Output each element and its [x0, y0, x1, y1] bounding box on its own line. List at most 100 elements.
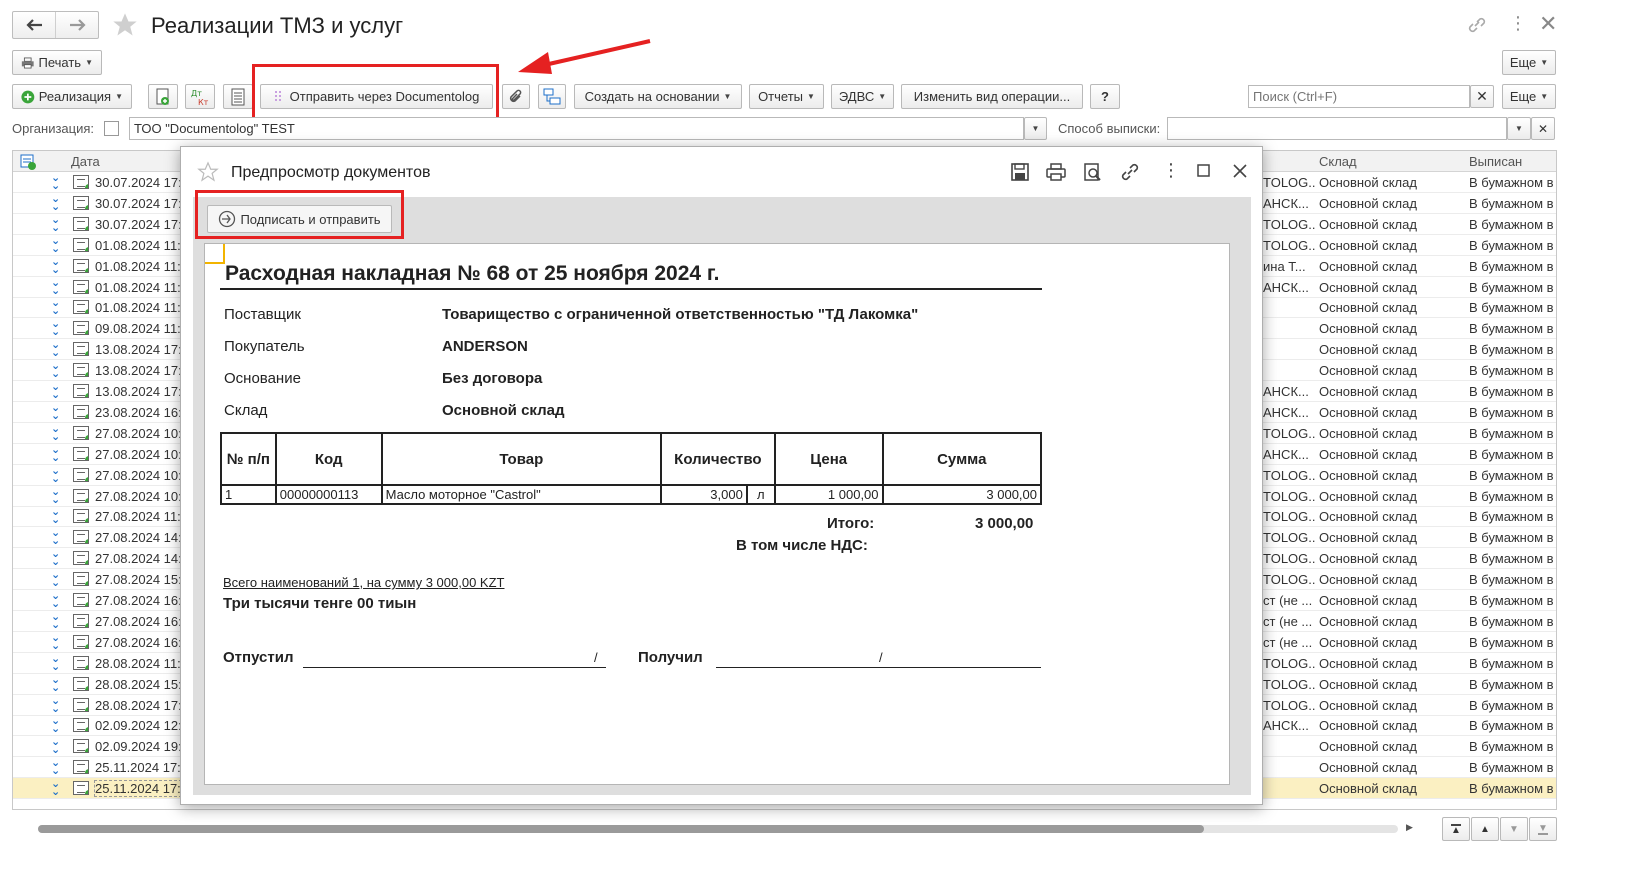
expand-chevron-icon[interactable]: ⌄ ⌄ — [51, 529, 60, 545]
expand-chevron-icon[interactable]: ⌄ ⌄ — [51, 508, 60, 524]
scrollbar-thumb[interactable] — [38, 825, 1204, 833]
help-button[interactable]: ? — [1090, 84, 1120, 109]
forward-button[interactable] — [56, 12, 99, 38]
scroll-right-icon[interactable]: ▶ — [1406, 822, 1413, 833]
expand-chevron-icon[interactable]: ⌄ ⌄ — [51, 571, 60, 587]
link-icon[interactable] — [1467, 16, 1487, 34]
document-heading: Расходная накладная № 68 от 25 ноября 20… — [225, 262, 720, 285]
expand-chevron-icon[interactable]: ⌄ ⌄ — [51, 341, 60, 357]
expand-chevron-icon[interactable]: ⌄ ⌄ — [51, 299, 60, 315]
expand-chevron-icon[interactable]: ⌄ ⌄ — [51, 697, 60, 713]
method-field[interactable] — [1167, 117, 1507, 140]
dialog-title: Предпросмотр документов — [231, 164, 431, 181]
more-icon[interactable]: ⋮ — [1162, 161, 1180, 179]
method-clear-button[interactable]: ✕ — [1531, 117, 1555, 140]
search-clear-button[interactable]: ✕ — [1470, 85, 1494, 108]
expand-chevron-icon[interactable]: ⌄ ⌄ — [51, 550, 60, 566]
expand-chevron-icon[interactable]: ⌄ ⌄ — [51, 738, 60, 754]
method-dropdown-button[interactable]: ▼ — [1507, 117, 1531, 140]
row-warehouse: Основной склад — [1319, 488, 1417, 504]
buyer-label: Покупатель — [224, 338, 305, 355]
expand-chevron-icon[interactable]: ⌄ ⌄ — [51, 195, 60, 211]
link-icon[interactable] — [1120, 162, 1140, 182]
reports-button[interactable]: Отчеты ▼ — [749, 84, 824, 109]
print-button[interactable]: Печать ▼ — [12, 50, 102, 75]
document-structure-icon — [543, 88, 561, 104]
row-warehouse: Основной склад — [1319, 655, 1417, 671]
row-issued: В бумажном в — [1469, 509, 1554, 525]
document-posted-icon — [73, 216, 89, 231]
buyer-value: ANDERSON — [442, 338, 528, 355]
dt-kt-button[interactable]: Дт Кт — [185, 84, 215, 109]
status-column-icon — [20, 154, 36, 170]
expand-chevron-icon[interactable]: ⌄ ⌄ — [51, 446, 60, 462]
expand-chevron-icon[interactable]: ⌄ ⌄ — [51, 717, 60, 733]
expand-chevron-icon[interactable]: ⌄ ⌄ — [51, 613, 60, 629]
expand-chevron-icon[interactable]: ⌄ ⌄ — [51, 488, 60, 504]
row-date: 13.08.2024 17:2 — [95, 342, 181, 358]
change-operation-button[interactable]: Изменить вид операции... — [901, 84, 1083, 109]
expand-chevron-icon[interactable]: ⌄ ⌄ — [51, 279, 60, 295]
row-counterparty: TOLOG... — [1263, 175, 1315, 190]
print-preview-icon[interactable] — [1083, 162, 1103, 182]
expand-chevron-icon[interactable]: ⌄ ⌄ — [51, 467, 60, 483]
expand-chevron-icon[interactable]: ⌄ ⌄ — [51, 759, 60, 775]
expand-chevron-icon[interactable]: ⌄ ⌄ — [51, 237, 60, 253]
row-date: 23.08.2024 16:5 — [95, 404, 181, 420]
column-issued[interactable]: Выписан — [1469, 154, 1522, 169]
horizontal-scrollbar[interactable] — [38, 825, 1398, 833]
expand-chevron-icon[interactable]: ⌄ ⌄ — [51, 592, 60, 608]
expand-chevron-icon[interactable]: ⌄ ⌄ — [51, 634, 60, 650]
scroll-down-button[interactable]: ▼ — [1500, 817, 1528, 841]
expand-chevron-icon[interactable]: ⌄ ⌄ — [51, 676, 60, 692]
expand-chevron-icon[interactable]: ⌄ ⌄ — [51, 258, 60, 274]
column-date[interactable]: Дата — [71, 154, 100, 169]
expand-chevron-icon[interactable]: ⌄ ⌄ — [51, 425, 60, 441]
expand-chevron-icon[interactable]: ⌄ ⌄ — [51, 362, 60, 378]
document-posted-icon — [73, 300, 89, 315]
printer-icon[interactable] — [1045, 162, 1067, 182]
list-view-button[interactable] — [223, 84, 253, 109]
org-checkbox[interactable] — [104, 121, 119, 136]
scroll-up-button[interactable]: ▲ — [1471, 817, 1499, 841]
favorite-star-icon[interactable] — [111, 11, 139, 39]
window-menu-icon[interactable]: ⋮ — [1509, 14, 1527, 32]
realization-button[interactable]: Реализация ▼ — [12, 84, 132, 109]
maximize-icon[interactable] — [1197, 164, 1211, 178]
expand-chevron-icon[interactable]: ⌄ ⌄ — [51, 383, 60, 399]
close-window-icon[interactable]: ✕ — [1539, 11, 1557, 37]
more-button-top[interactable]: Еще ▼ — [1502, 50, 1556, 75]
expand-chevron-icon[interactable]: ⌄ ⌄ — [51, 174, 60, 190]
row-issued: В бумажном в — [1469, 446, 1554, 462]
close-icon[interactable] — [1232, 163, 1248, 179]
row-date: 27.08.2024 10:4 — [95, 467, 181, 483]
attach-button[interactable] — [502, 84, 530, 109]
expand-chevron-icon[interactable]: ⌄ ⌄ — [51, 404, 60, 420]
chevron-down-icon: ▼ — [1540, 58, 1549, 67]
method-label: Способ выписки: — [1058, 121, 1161, 136]
change-operation-label: Изменить вид операции... — [913, 89, 1071, 104]
back-button[interactable] — [13, 12, 56, 38]
expand-chevron-icon[interactable]: ⌄ ⌄ — [51, 216, 60, 232]
more-button[interactable]: Еще ▼ — [1502, 84, 1556, 109]
expand-chevron-icon[interactable]: ⌄ ⌄ — [51, 780, 60, 796]
edvs-button[interactable]: ЭДВС ▼ — [831, 84, 894, 109]
org-dropdown-button[interactable]: ▼ — [1024, 117, 1047, 140]
row-warehouse: Основной склад — [1319, 300, 1417, 316]
structure-button[interactable] — [538, 84, 566, 109]
create-basis-button[interactable]: Создать на основании ▼ — [574, 84, 742, 109]
expand-chevron-icon[interactable]: ⌄ ⌄ — [51, 320, 60, 336]
document-posted-icon — [73, 321, 89, 336]
save-icon[interactable] — [1010, 162, 1030, 182]
column-warehouse[interactable]: Склад — [1319, 154, 1357, 169]
org-field[interactable]: ТОО "Documentolog" TEST — [129, 117, 1024, 140]
search-input[interactable] — [1248, 85, 1470, 108]
document-posted-icon — [73, 613, 89, 628]
favorite-star-icon[interactable] — [197, 161, 219, 183]
expand-chevron-icon[interactable]: ⌄ ⌄ — [51, 655, 60, 671]
scroll-bottom-button[interactable]: ▼ — [1529, 817, 1557, 841]
scroll-top-button[interactable]: ▲ — [1442, 817, 1470, 841]
heading-underline — [220, 288, 1042, 290]
document-posted-icon — [73, 718, 89, 733]
copy-document-button[interactable] — [148, 84, 178, 109]
